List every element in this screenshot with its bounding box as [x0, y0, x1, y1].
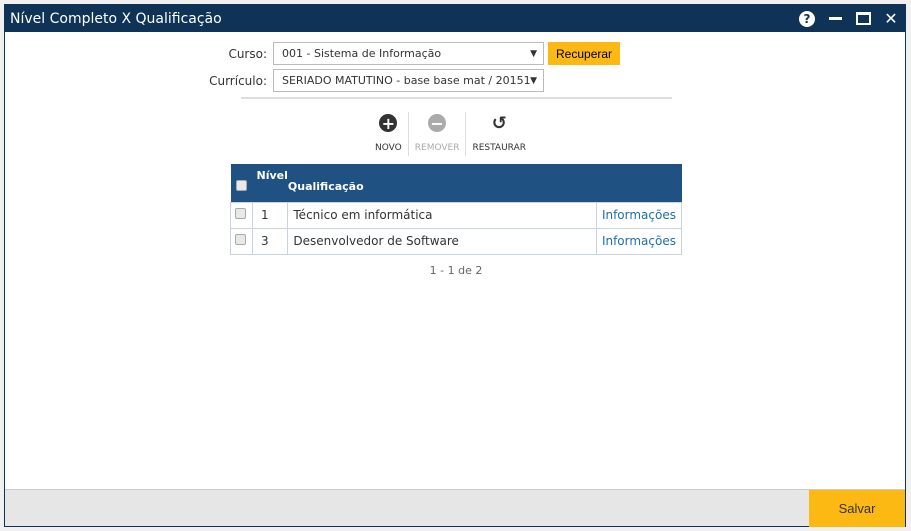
dialog-window: Nível Completo X Qualificação ? ✕ Curso:… [4, 4, 906, 527]
pagination: 1 - 1 de 2 [429, 264, 483, 277]
curriculo-select[interactable]: SERIADO MATUTINO - base base mat / 20151… [273, 69, 544, 92]
nivel-cell: 1 [251, 201, 289, 229]
minimize-icon [828, 17, 842, 20]
curso-label: Curso: [228, 46, 267, 61]
history-icon: ↺ [491, 112, 507, 134]
remover-button[interactable]: − REMOVER [409, 112, 466, 156]
select-all-checkbox[interactable] [235, 179, 247, 191]
help-button[interactable]: ? [793, 5, 821, 32]
recuperar-button[interactable]: Recuperar [548, 42, 621, 65]
row-checkbox[interactable] [235, 208, 246, 219]
qualificacao-table: Nível Qualificação 1 Técnico em informát… [230, 164, 683, 255]
minimize-button[interactable] [821, 5, 849, 32]
curso-value: 001 - Sistema de Informação [282, 47, 442, 60]
informacoes-link[interactable]: Informações [602, 208, 676, 222]
curriculo-value: SERIADO MATUTINO - base base mat / 20151 [282, 74, 531, 87]
maximize-button[interactable] [849, 5, 877, 32]
table-row: 1 Técnico em informática Informações [230, 201, 683, 229]
minus-circle-icon: − [428, 114, 447, 133]
remover-label: REMOVER [414, 143, 460, 153]
curriculo-label: Currículo: [209, 73, 267, 88]
maximize-icon [855, 12, 871, 25]
toolbar: + NOVO − REMOVER ↺ RESTAURAR [369, 112, 532, 156]
curso-select[interactable]: 001 - Sistema de Informação ▼ [273, 42, 544, 65]
header-nivel[interactable]: Nível [252, 164, 288, 202]
row-checkbox[interactable] [235, 234, 246, 245]
qualificacao-cell: Desenvolvedor de Software [287, 227, 597, 255]
close-button[interactable]: ✕ [877, 5, 905, 32]
close-icon: ✕ [884, 9, 898, 28]
window-title: Nível Completo X Qualificação [10, 10, 222, 27]
divider [241, 97, 672, 99]
informacoes-link[interactable]: Informações [602, 234, 676, 248]
plus-circle-icon: + [379, 114, 398, 133]
novo-label: NOVO [375, 143, 402, 153]
help-icon: ? [799, 10, 815, 27]
header-qualificacao[interactable]: Qualificação [287, 164, 597, 202]
chevron-down-icon: ▼ [530, 75, 537, 86]
qualificacao-cell: Técnico em informática [287, 201, 597, 229]
nivel-cell: 3 [251, 227, 289, 255]
novo-button[interactable]: + NOVO [369, 112, 408, 156]
restaurar-button[interactable]: ↺ RESTAURAR [466, 112, 532, 156]
footer: Salvar [5, 489, 905, 527]
restaurar-label: RESTAURAR [472, 143, 526, 153]
chevron-down-icon: ▼ [530, 48, 537, 59]
table-row: 3 Desenvolvedor de Software Informações [230, 227, 683, 255]
table-header: Nível Qualificação [230, 164, 682, 202]
save-button[interactable]: Salvar [809, 490, 905, 527]
title-bar: Nível Completo X Qualificação ? ✕ [5, 5, 905, 32]
